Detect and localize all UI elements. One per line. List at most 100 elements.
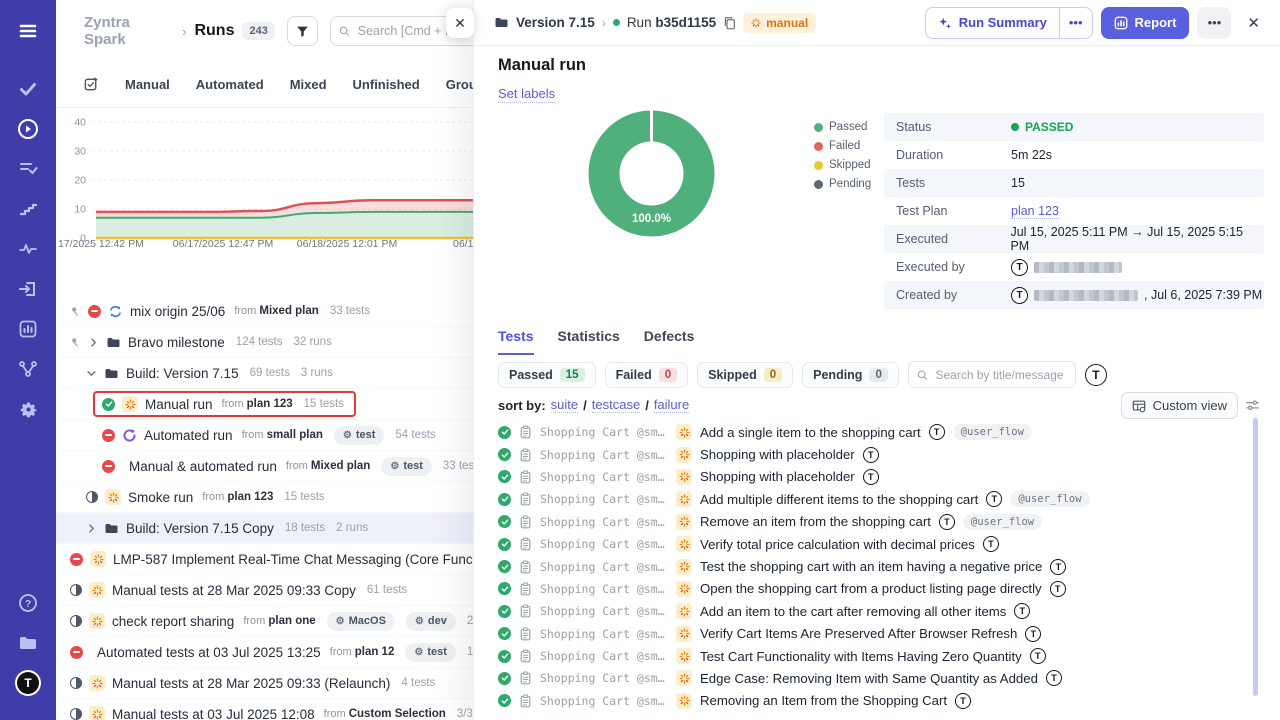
branch-icon[interactable] — [11, 352, 45, 386]
run-name[interactable]: Automated tests at 03 Jul 2025 13:25 — [97, 645, 321, 660]
chevron-down-icon[interactable] — [86, 368, 97, 379]
test-row[interactable]: Shopping Cart @sm…Verify total price cal… — [474, 533, 1280, 555]
test-title[interactable]: Verify total price calculation with deci… — [700, 537, 975, 552]
run-tree-row[interactable]: Manual tests at 28 Mar 2025 09:33 (Relau… — [56, 668, 480, 699]
tab-automated[interactable]: Automated — [196, 77, 264, 92]
run-name[interactable]: Build: Version 7.15 Copy — [126, 521, 274, 536]
chevron-right-icon[interactable] — [88, 337, 99, 348]
test-row[interactable]: Shopping Cart @sm…Remove an item from th… — [474, 511, 1280, 533]
help-icon[interactable]: ? — [11, 586, 45, 620]
test-row[interactable]: Shopping Cart @sm…Open the shopping cart… — [474, 578, 1280, 600]
tests-scrollbar[interactable] — [1253, 418, 1258, 696]
run-tree-row[interactable]: Automated tests at 03 Jul 2025 13:25from… — [56, 637, 480, 668]
more-actions-button[interactable]: ••• — [1197, 7, 1231, 39]
user-avatar[interactable]: T — [11, 666, 45, 700]
test-row[interactable]: Shopping Cart @sm…Shopping with placehol… — [474, 466, 1280, 488]
sort-suite-link[interactable]: suite — [551, 397, 578, 413]
run-tree-row[interactable]: LMP-587 Implement Real-Time Chat Messagi… — [56, 544, 480, 575]
run-tree-row[interactable]: Manual & automated runfrom Mixed plan⚙te… — [56, 451, 480, 482]
test-row[interactable]: Shopping Cart @sm…Add an item to the car… — [474, 600, 1280, 622]
run-tree-row[interactable]: Build: Version 7.15 Copy18 tests2 runs — [56, 513, 480, 544]
test-row[interactable]: Shopping Cart @sm…Add a single item to t… — [474, 421, 1280, 443]
test-title[interactable]: Test Cart Functionality with Items Havin… — [700, 649, 1022, 664]
run-name[interactable]: LMP-587 Implement Real-Time Chat Messagi… — [113, 552, 480, 567]
test-title[interactable]: Add an item to the cart after removing a… — [700, 604, 1006, 619]
tab-unfinished[interactable]: Unfinished — [353, 77, 420, 92]
run-name[interactable]: Bravo milestone — [128, 335, 225, 350]
chip-failed[interactable]: Failed0 — [605, 362, 689, 388]
tab-manual[interactable]: Manual — [125, 77, 170, 92]
test-title[interactable]: Add multiple different items to the shop… — [700, 492, 978, 507]
run-tree-row[interactable]: Smoke runfrom plan 12315 tests — [56, 482, 480, 513]
test-title[interactable]: Remove an item from the shopping cart — [700, 514, 931, 529]
chip-pending[interactable]: Pending0 — [802, 362, 899, 388]
test-title[interactable]: Shopping with placeholder — [700, 447, 855, 462]
run-name[interactable]: check report sharing — [112, 614, 234, 629]
close-panel-button[interactable]: ✕ — [446, 8, 474, 38]
test-row[interactable]: Shopping Cart @sm…Edge Case: Removing It… — [474, 667, 1280, 689]
test-title[interactable]: Test the shopping cart with an item havi… — [700, 559, 1042, 574]
run-name[interactable]: Manual run — [145, 397, 213, 412]
tab-defects[interactable]: Defects — [644, 328, 695, 355]
chip-skipped[interactable]: Skipped0 — [697, 362, 793, 388]
tab-mixed[interactable]: Mixed — [290, 77, 327, 92]
run-tree-row[interactable]: mix origin 25/06from Mixed plan33 tests — [56, 296, 480, 327]
run-name[interactable]: Smoke run — [128, 490, 193, 505]
test-row[interactable]: Shopping Cart @sm…Removing an Item from … — [474, 690, 1280, 712]
copy-icon[interactable] — [723, 16, 736, 30]
test-row[interactable]: Shopping Cart @sm…Shopping with placehol… — [474, 443, 1280, 465]
folder-icon[interactable] — [11, 626, 45, 660]
breadcrumb-project[interactable]: Zyntra Spark — [84, 14, 174, 48]
tab-statistics[interactable]: Statistics — [558, 328, 620, 355]
test-row[interactable]: Shopping Cart @sm…Verify Cart Items Are … — [474, 623, 1280, 645]
chevron-right-icon[interactable] — [86, 523, 97, 534]
test-title[interactable]: Removing an Item from the Shopping Cart — [700, 693, 947, 708]
run-name[interactable]: Automated run — [144, 428, 233, 443]
sort-testcase-link[interactable]: testcase — [592, 397, 640, 413]
sort-failure-link[interactable]: failure — [654, 397, 689, 413]
test-row[interactable]: Shopping Cart @sm…Add multiple different… — [474, 488, 1280, 510]
run-tree-row[interactable]: Manual runfrom plan 12315 tests — [56, 389, 480, 420]
select-all-icon[interactable] — [84, 77, 99, 92]
run-tree-row[interactable]: Manual tests at 03 Jul 2025 12:08from Cu… — [56, 699, 480, 720]
set-labels-link[interactable]: Set labels — [498, 86, 555, 103]
run-name[interactable]: Build: Version 7.15 — [126, 366, 239, 381]
breadcrumb-folder[interactable]: Version 7.15 — [516, 15, 595, 30]
run-summary-button[interactable]: Run Summary — [926, 8, 1059, 38]
runs-icon[interactable] — [11, 112, 45, 146]
test-title[interactable]: Verify Cart Items Are Preserved After Br… — [700, 626, 1017, 641]
run-tree-row[interactable]: Manual tests at 28 Mar 2025 09:33 Copy61… — [56, 575, 480, 606]
activity-icon[interactable] — [11, 232, 45, 266]
test-row[interactable]: Shopping Cart @sm…Test Cart Functionalit… — [474, 645, 1280, 667]
menu-icon[interactable] — [11, 14, 45, 48]
check-icon[interactable] — [11, 72, 45, 106]
steps-icon[interactable] — [11, 192, 45, 226]
custom-view-button[interactable]: Custom view — [1121, 392, 1238, 419]
run-name[interactable]: Manual tests at 28 Mar 2025 09:33 (Relau… — [112, 676, 390, 691]
sign-in-icon[interactable] — [11, 272, 45, 306]
run-tree-row[interactable]: Build: Version 7.1569 tests3 runs — [56, 358, 480, 389]
tab-tests[interactable]: Tests — [498, 328, 534, 355]
gear-icon[interactable] — [11, 392, 45, 426]
chart-icon[interactable] — [11, 312, 45, 346]
report-button[interactable]: Report — [1101, 7, 1190, 39]
test-title[interactable]: Add a single item to the shopping cart — [700, 425, 921, 440]
test-plan-link[interactable]: plan 123 — [1011, 204, 1059, 219]
run-tree-row[interactable]: Automated runfrom small plan⚙test54 test… — [56, 420, 480, 451]
test-title[interactable]: Shopping with placeholder — [700, 469, 855, 484]
run-name[interactable]: Manual tests at 28 Mar 2025 09:33 Copy — [112, 583, 356, 598]
test-title[interactable]: Open the shopping cart from a product li… — [700, 581, 1042, 596]
tests-search[interactable] — [908, 361, 1076, 388]
run-summary-more-button[interactable]: ••• — [1059, 8, 1092, 38]
run-tree-row[interactable]: check report sharingfrom plan one⚙MacOS⚙… — [56, 606, 480, 637]
run-name[interactable]: Manual tests at 03 Jul 2025 12:08 — [112, 707, 315, 720]
test-title[interactable]: Edge Case: Removing Item with Same Quant… — [700, 671, 1038, 686]
run-tree-row[interactable]: Bravo milestone124 tests32 runs — [56, 327, 480, 358]
tests-search-input[interactable] — [934, 367, 1067, 383]
run-name[interactable]: mix origin 25/06 — [130, 304, 225, 319]
list-check-icon[interactable] — [11, 152, 45, 186]
view-settings-icon[interactable] — [1245, 398, 1260, 418]
close-detail-button[interactable]: ✕ — [1243, 10, 1264, 36]
filter-button[interactable] — [287, 16, 318, 46]
test-row[interactable]: Shopping Cart @sm…Test the shopping cart… — [474, 555, 1280, 577]
